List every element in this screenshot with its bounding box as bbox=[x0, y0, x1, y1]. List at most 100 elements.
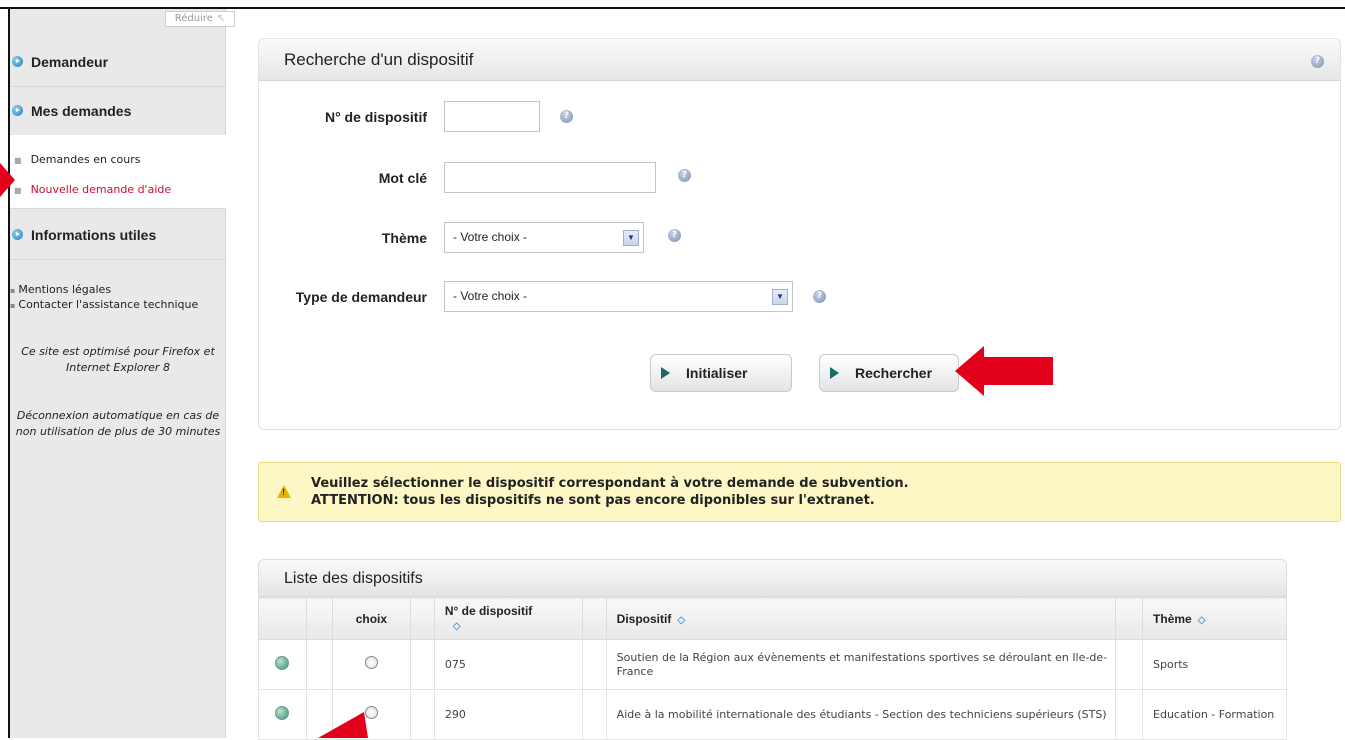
motcle-input[interactable] bbox=[444, 162, 656, 193]
spacer-cell bbox=[581, 639, 607, 690]
help-icon[interactable]: ? bbox=[668, 229, 681, 242]
link-assistance-technique[interactable]: ▪ Contacter l'assistance technique bbox=[10, 298, 198, 313]
col-spacer bbox=[305, 597, 333, 640]
type-select-value: - Votre choix - bbox=[453, 289, 528, 303]
globe-icon bbox=[275, 705, 289, 720]
search-panel-title: Recherche d'un dispositif bbox=[284, 50, 474, 69]
theme-cell: Education - Formation bbox=[1142, 689, 1287, 740]
spacer-cell bbox=[581, 689, 607, 740]
help-icon[interactable]: ? bbox=[678, 169, 691, 182]
numero-cell: 075 bbox=[433, 639, 583, 690]
sidebar-item-mes-demandes[interactable]: Mes demandes bbox=[10, 86, 226, 136]
mes-demandes-submenu: ■ Demandes en cours ■ Nouvelle demande d'a… bbox=[10, 135, 226, 209]
sort-icon[interactable]: ◇ bbox=[677, 615, 685, 626]
spacer-cell bbox=[305, 639, 333, 690]
type-demandeur-select[interactable]: - Votre choix - ▼ bbox=[444, 281, 793, 312]
chevron-right-icon bbox=[661, 367, 670, 379]
sort-icon[interactable]: ◇ bbox=[1198, 615, 1206, 626]
table-row[interactable]: 290 Aide à la mobilité internationale de… bbox=[258, 689, 1287, 740]
logout-note: Déconnexion automatique en cas de non ut… bbox=[10, 408, 226, 440]
col-theme[interactable]: Thème ◇ bbox=[1142, 597, 1287, 640]
bullet-icon: ▪ bbox=[10, 286, 16, 295]
note-line: Déconnexion automatique en cas de bbox=[16, 409, 220, 422]
rechercher-label: Rechercher bbox=[855, 365, 933, 381]
help-icon[interactable]: ? bbox=[560, 110, 573, 123]
chevron-right-icon bbox=[830, 367, 839, 379]
submenu-item-label: Nouvelle demande d'aide bbox=[30, 183, 172, 196]
theme-cell: Sports bbox=[1142, 639, 1287, 690]
table-row[interactable]: 075 Soutien de la Région aux évènements … bbox=[258, 639, 1287, 690]
warning-line: Veuillez sélectionner le dispositif corr… bbox=[311, 476, 909, 491]
rechercher-button[interactable]: Rechercher bbox=[819, 354, 959, 392]
chevron-down-icon: ▼ bbox=[772, 289, 788, 305]
link-label: Contacter l'assistance technique bbox=[18, 298, 199, 311]
sidebar-item-label: Demandeur bbox=[31, 53, 109, 70]
initialiser-label: Initialiser bbox=[686, 365, 748, 381]
browser-note: Ce site est optimisé pour Firefox et Int… bbox=[10, 344, 226, 376]
col-spacer bbox=[409, 597, 435, 640]
warning-banner: ! Veuillez sélectionner le dispositif co… bbox=[258, 462, 1341, 522]
sort-icon[interactable]: ◇ bbox=[453, 621, 461, 632]
sidebar-item-demandeur[interactable]: Demandeur bbox=[10, 37, 226, 87]
note-line: Internet Explorer 8 bbox=[66, 361, 170, 374]
annotation-arrow-radio bbox=[318, 712, 368, 738]
theme-select[interactable]: - Votre choix - ▼ bbox=[444, 222, 644, 253]
numero-cell: 290 bbox=[433, 689, 583, 740]
status-cell bbox=[258, 639, 307, 690]
col-spacer bbox=[581, 597, 607, 640]
sidebar-item-label: Mes demandes bbox=[31, 102, 132, 119]
submenu-item-demandes-en-cours[interactable]: ■ Demandes en cours bbox=[14, 153, 140, 166]
initialiser-button[interactable]: Initialiser bbox=[650, 354, 792, 392]
footer-links: ▪ Mentions légales ▪ Contacter l'assistanc… bbox=[10, 283, 198, 313]
arrow-bullet-icon bbox=[12, 229, 23, 240]
submenu-item-nouvelle-demande[interactable]: ■ Nouvelle demande d'aide bbox=[14, 183, 171, 196]
sidebar: Réduire ↖ Demandeur Mes demandes ■ Demande… bbox=[10, 9, 235, 738]
link-mentions-legales[interactable]: ▪ Mentions légales bbox=[10, 283, 198, 298]
numero-input[interactable] bbox=[444, 101, 540, 132]
row-radio[interactable] bbox=[364, 656, 378, 669]
spacer-cell bbox=[1115, 639, 1144, 690]
top-border bbox=[0, 0, 1345, 9]
type-demandeur-label: Type de demandeur bbox=[295, 289, 427, 305]
col-status bbox=[258, 597, 307, 640]
col-dispositif-label: Dispositif bbox=[616, 611, 672, 626]
annotation-arrow-sidebar bbox=[0, 163, 15, 197]
list-panel-header: Liste des dispositifs bbox=[258, 559, 1287, 597]
arrow-bullet-icon bbox=[12, 56, 23, 67]
collapse-sidebar-button[interactable]: Réduire ↖ bbox=[165, 11, 235, 27]
spacer-cell bbox=[409, 689, 435, 740]
choix-cell bbox=[331, 639, 411, 690]
spacer-cell bbox=[1115, 689, 1144, 740]
globe-icon bbox=[275, 655, 289, 670]
status-cell bbox=[258, 689, 307, 740]
warning-icon: ! bbox=[277, 485, 291, 498]
spacer-cell bbox=[409, 639, 435, 690]
warning-line: ATTENTION: tous les dispositifs ne sont … bbox=[311, 493, 875, 508]
dispositif-cell: Aide à la mobilité internationale des ét… bbox=[605, 689, 1117, 740]
help-icon[interactable]: ? bbox=[1311, 55, 1324, 68]
warning-text: Veuillez sélectionner le dispositif corr… bbox=[311, 475, 909, 509]
table-header-row: choix N° de dispositif ◇ Dispositif ◇ Thè… bbox=[258, 597, 1287, 640]
submenu-item-label: Demandes en cours bbox=[30, 153, 141, 166]
list-title: Liste des dispositifs bbox=[284, 570, 423, 587]
numero-label: N° de dispositif bbox=[324, 109, 427, 125]
collapse-icon: ↖ bbox=[216, 13, 226, 24]
annotation-arrow-rechercher bbox=[955, 346, 1053, 396]
sidebar-item-informations-utiles[interactable]: Informations utiles bbox=[10, 210, 226, 260]
link-label: Mentions légales bbox=[18, 283, 112, 296]
theme-select-value: - Votre choix - bbox=[453, 230, 528, 244]
collapse-label: Réduire bbox=[174, 13, 213, 24]
note-line: non utilisation de plus de 30 minutes bbox=[15, 425, 221, 438]
note-line: Ce site est optimisé pour Firefox et bbox=[21, 345, 215, 358]
col-dispositif[interactable]: Dispositif ◇ bbox=[605, 597, 1117, 640]
theme-label: Thème bbox=[381, 230, 427, 246]
dispositifs-table: choix N° de dispositif ◇ Dispositif ◇ Thè… bbox=[258, 597, 1287, 740]
col-theme-label: Thème bbox=[1153, 611, 1192, 626]
bullet-icon: ▪ bbox=[10, 301, 16, 310]
col-spacer bbox=[1115, 597, 1144, 640]
sidebar-item-label: Informations utiles bbox=[31, 226, 157, 243]
search-panel: Recherche d'un dispositif ? N° de dispos… bbox=[258, 38, 1341, 430]
help-icon[interactable]: ? bbox=[813, 290, 826, 303]
search-panel-header: Recherche d'un dispositif ? bbox=[259, 39, 1340, 81]
col-numero[interactable]: N° de dispositif ◇ bbox=[433, 597, 583, 640]
